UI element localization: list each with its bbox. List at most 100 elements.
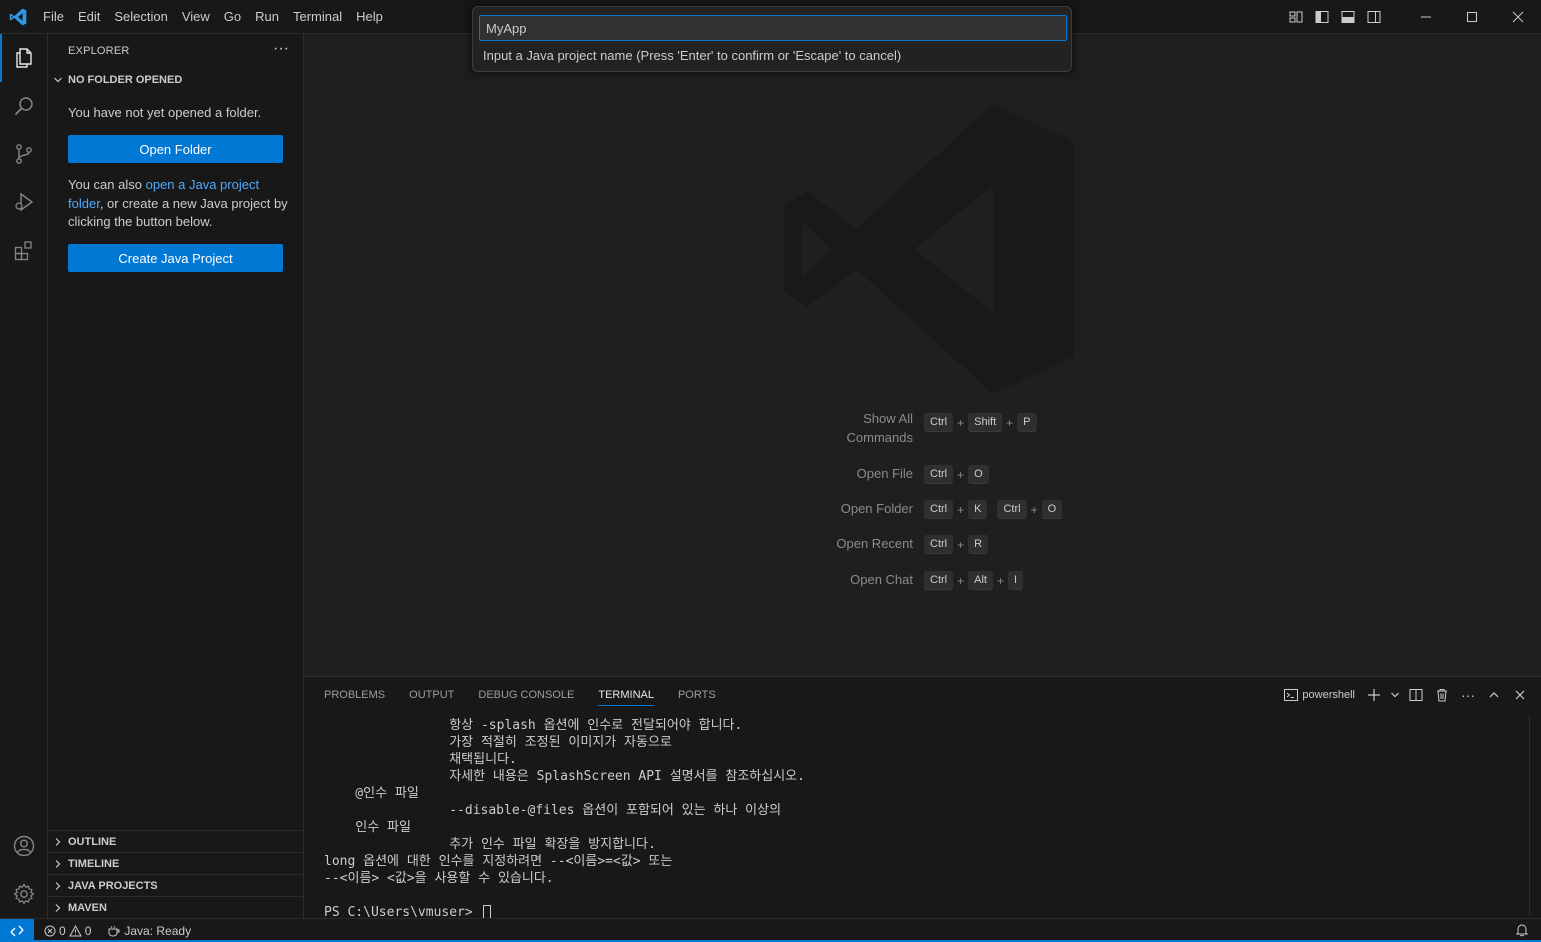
menu-help[interactable]: Help <box>349 0 390 34</box>
shortcut-row: Open File Ctrl + O <box>304 464 1541 486</box>
keybinding-key: R <box>968 535 989 554</box>
tab-problems[interactable]: PROBLEMS <box>312 677 397 713</box>
bottom-panel: PROBLEMS OUTPUT DEBUG CONSOLE TERMINAL PORTS… <box>304 676 1541 920</box>
terminal-line: 자세한 내용은 SplashScreen API 설명서를 참조하십시오. <box>324 768 805 785</box>
menu-file[interactable]: File <box>36 0 71 34</box>
shortcut-row: Show All Commands Ctrl + Shift + P <box>304 411 1541 445</box>
maven-section[interactable]: MAVEN <box>48 896 304 918</box>
shortcut-row: Open Recent Ctrl + R <box>304 534 1541 556</box>
key-plus: + <box>957 573 965 588</box>
minimize-icon[interactable] <box>1403 0 1449 34</box>
terminal-line: 추가 인수 파일 확장을 방지합니다. <box>324 836 656 853</box>
editor-area: Show All Commands Ctrl + Shift + P Open File Ct… <box>304 34 1541 676</box>
shortcut-label[interactable]: Open Recent <box>836 536 913 551</box>
close-window-icon[interactable] <box>1495 0 1541 34</box>
notifications-bell-icon[interactable] <box>1515 923 1529 940</box>
problems-status[interactable]: 0 0 <box>38 919 97 942</box>
chevron-down-icon <box>48 75 68 85</box>
tab-debug-console[interactable]: DEBUG CONSOLE <box>466 677 586 713</box>
shortcut-row: Open Chat Ctrl + Alt + I <box>304 570 1541 592</box>
key-plus: + <box>1030 502 1038 517</box>
terminal-line-text: 가장 적절히 조정된 이미지가 자동으로 <box>324 735 672 750</box>
open-folder-button[interactable]: Open Folder <box>68 135 283 163</box>
terminal-line-text: --disable-@files 옵션이 포함되어 있는 하나 이상의 <box>324 803 782 818</box>
chevron-right-icon <box>48 837 68 847</box>
maximize-panel-chevron-up-icon[interactable] <box>1483 684 1505 706</box>
remote-indicator[interactable] <box>0 918 34 942</box>
kill-terminal-trash-icon[interactable] <box>1431 684 1453 706</box>
outline-label: OUTLINE <box>68 835 117 848</box>
shortcut-keys: Ctrl + Shift + P <box>924 413 1037 432</box>
terminal-dropdown-chevron-icon[interactable] <box>1389 684 1401 706</box>
terminal-line: --disable-@files 옵션이 포함되어 있는 하나 이상의 <box>324 802 781 819</box>
key-plus: + <box>957 467 965 482</box>
new-terminal-icon[interactable] <box>1363 684 1385 706</box>
chevron-right-icon <box>48 881 68 891</box>
shortcut-label[interactable]: Show All Commands <box>847 409 913 447</box>
source-control-icon[interactable] <box>0 130 48 178</box>
keybinding-key: Ctrl <box>924 535 954 554</box>
key-plus: + <box>957 415 965 430</box>
accounts-icon[interactable] <box>0 822 48 870</box>
shortcut-label[interactable]: Open Chat <box>850 572 913 587</box>
keybinding-key: O <box>968 465 989 484</box>
menu-view[interactable]: View <box>175 0 217 34</box>
create-java-project-button[interactable]: Create Java Project <box>68 244 283 272</box>
customize-layout-icon[interactable] <box>1283 0 1309 34</box>
java-status[interactable]: Java: Ready <box>101 919 197 942</box>
terminal-line-text: 추가 인수 파일 확장을 방지합니다. <box>324 837 656 852</box>
toggle-primary-sidebar-icon[interactable] <box>1309 0 1335 34</box>
tab-terminal[interactable]: TERMINAL <box>586 677 666 713</box>
keybinding-key: Ctrl <box>924 413 954 432</box>
tab-ports[interactable]: PORTS <box>666 677 728 713</box>
no-folder-section-header[interactable]: NO FOLDER OPENED <box>48 69 304 91</box>
terminal-icon <box>1284 689 1299 701</box>
java-projects-section[interactable]: JAVA PROJECTS <box>48 874 304 896</box>
explorer-icon[interactable] <box>0 34 48 82</box>
java-info-text: You can also open a Java project folder,… <box>68 176 288 232</box>
manage-gear-icon[interactable] <box>0 870 48 918</box>
search-icon[interactable] <box>0 82 48 130</box>
terminal-line: 인수 파일 <box>324 819 411 836</box>
timeline-section[interactable]: TIMELINE <box>48 852 304 874</box>
terminal-scrollbar[interactable] <box>1529 715 1541 915</box>
close-panel-icon[interactable] <box>1509 684 1531 706</box>
toggle-secondary-sidebar-icon[interactable] <box>1361 0 1387 34</box>
terminal-line: 가장 적절히 조정된 이미지가 자동으로 <box>324 734 672 751</box>
java-project-name-input[interactable] <box>479 15 1067 41</box>
toggle-panel-icon[interactable] <box>1335 0 1361 34</box>
shortcut-keys: Ctrl + Alt + I <box>924 571 1024 590</box>
shortcut-keys: Ctrl + O <box>924 465 989 484</box>
shortcut-label[interactable]: Open File <box>857 466 913 481</box>
panel-actions: powershell ··· <box>1280 677 1531 713</box>
menu-run[interactable]: Run <box>248 0 286 34</box>
terminal-line-text: 항상 -splash 옵션에 인수로 전달되어야 합니다. <box>324 718 743 733</box>
shortcut-label[interactable]: Open Folder <box>841 501 913 516</box>
menu-go[interactable]: Go <box>217 0 248 34</box>
vscode-logo-icon <box>9 8 27 26</box>
terminal-line-text: 인수 파일 <box>324 820 411 835</box>
menu-terminal[interactable]: Terminal <box>286 0 349 34</box>
terminal-instance[interactable]: powershell <box>1280 684 1359 706</box>
key-plus: + <box>957 502 965 517</box>
terminal-line-text: 채택됩니다. <box>324 752 517 767</box>
maximize-icon[interactable] <box>1449 0 1495 34</box>
terminal-line-text: 자세한 내용은 SplashScreen API 설명서를 참조하십시오. <box>324 769 805 784</box>
menu-edit[interactable]: Edit <box>71 0 107 34</box>
extensions-icon[interactable] <box>0 226 48 274</box>
more-actions-icon[interactable]: ··· <box>273 40 289 58</box>
outline-section[interactable]: OUTLINE <box>48 830 304 852</box>
error-icon <box>44 925 56 936</box>
keybinding-key: Ctrl <box>924 465 954 484</box>
key-plus: + <box>1006 415 1014 430</box>
java-projects-label: JAVA PROJECTS <box>68 879 158 892</box>
keybinding-key: Ctrl <box>997 500 1027 519</box>
split-terminal-icon[interactable] <box>1405 684 1427 706</box>
java-text-prefix: You can also <box>68 177 146 192</box>
run-debug-icon[interactable] <box>0 178 48 226</box>
more-actions-icon[interactable]: ··· <box>1457 684 1479 706</box>
shortcut-keys: Ctrl + K Ctrl + O <box>924 500 1063 519</box>
tab-output[interactable]: OUTPUT <box>397 677 466 713</box>
terminal-output[interactable]: 항상 -splash 옵션에 인수로 전달되어야 합니다. 가장 적절히 조정된… <box>324 713 1524 920</box>
menu-selection[interactable]: Selection <box>107 0 174 34</box>
